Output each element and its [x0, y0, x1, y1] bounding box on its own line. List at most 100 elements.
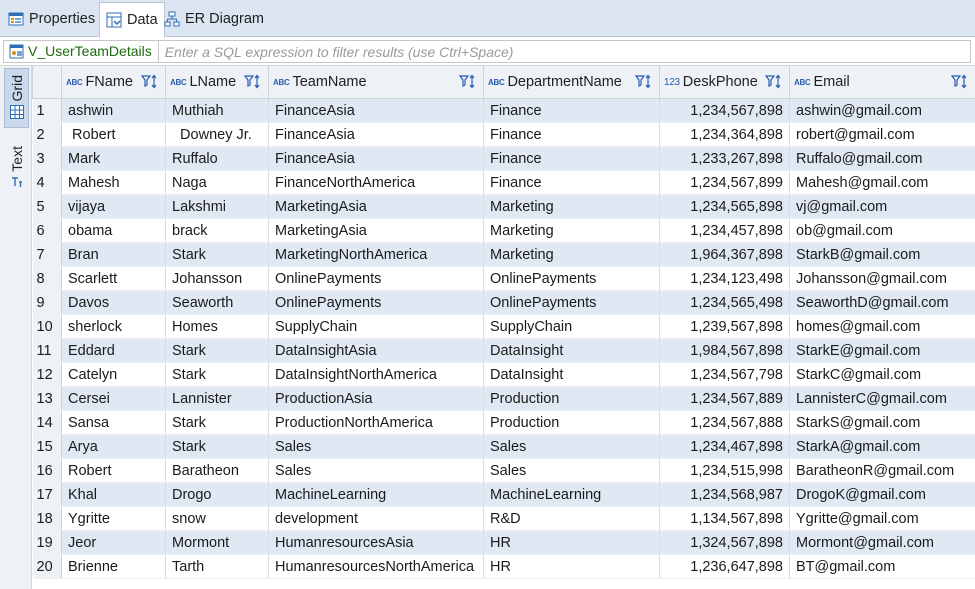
table-cell[interactable]: SeaworthD@gmail.com — [789, 290, 975, 315]
row-number[interactable]: 14 — [32, 410, 62, 435]
table-cell[interactable]: Mormont@gmail.com — [789, 530, 975, 555]
table-cell[interactable]: 1,234,457,898 — [659, 218, 790, 243]
table-cell[interactable]: ProductionAsia — [268, 386, 484, 411]
table-cell[interactable]: 1,984,567,898 — [659, 338, 790, 363]
table-cell[interactable]: Mahesh — [61, 170, 166, 195]
table-cell[interactable]: Finance — [483, 122, 660, 147]
table-cell[interactable]: Stark — [165, 362, 269, 387]
table-cell[interactable]: Sales — [483, 458, 660, 483]
table-cell[interactable]: 1,234,567,899 — [659, 170, 790, 195]
table-cell[interactable]: Production — [483, 386, 660, 411]
table-cell[interactable]: Downey Jr. — [165, 122, 269, 147]
table-cell[interactable]: vijaya — [61, 194, 166, 219]
table-cell[interactable]: Finance — [483, 98, 660, 123]
table-cell[interactable]: ashwin@gmail.com — [789, 98, 975, 123]
row-number[interactable]: 1 — [32, 98, 62, 123]
row-number[interactable]: 3 — [32, 146, 62, 171]
table-cell[interactable]: Robert — [61, 122, 166, 147]
table-cell[interactable]: Lakshmi — [165, 194, 269, 219]
table-cell[interactable]: FinanceAsia — [268, 98, 484, 123]
table-cell[interactable]: sherlock — [61, 314, 166, 339]
table-cell[interactable]: Lannister — [165, 386, 269, 411]
row-number[interactable]: 9 — [32, 290, 62, 315]
table-cell[interactable]: StarkB@gmail.com — [789, 242, 975, 267]
table-cell[interactable]: obama — [61, 218, 166, 243]
table-cell[interactable]: LannisterC@gmail.com — [789, 386, 975, 411]
table-cell[interactable]: Marketing — [483, 218, 660, 243]
column-header-email[interactable]: ABC Email — [789, 66, 975, 99]
table-cell[interactable]: Mormont — [165, 530, 269, 555]
table-cell[interactable]: Ygritte — [61, 506, 166, 531]
table-cell[interactable]: DataInsight — [483, 338, 660, 363]
filter-expression-field[interactable]: V_UserTeamDetails Enter a SQL expression… — [3, 40, 971, 63]
table-cell[interactable]: 1,234,515,998 — [659, 458, 790, 483]
table-cell[interactable]: 1,964,367,898 — [659, 242, 790, 267]
table-row[interactable]: 2 Robert Downey Jr. FinanceAsia Finance 1,2… — [32, 122, 975, 147]
table-cell[interactable]: 1,234,568,987 — [659, 482, 790, 507]
table-cell[interactable]: Muthiah — [165, 98, 269, 123]
table-row[interactable]: 4 Mahesh Naga FinanceNorthAmerica Finance 1,2… — [32, 170, 975, 195]
table-cell[interactable]: BaratheonR@gmail.com — [789, 458, 975, 483]
table-cell[interactable]: 1,134,567,898 — [659, 506, 790, 531]
table-cell[interactable]: SupplyChain — [268, 314, 484, 339]
table-cell[interactable]: StarkA@gmail.com — [789, 434, 975, 459]
table-cell[interactable]: FinanceAsia — [268, 146, 484, 171]
table-cell[interactable]: Ruffalo — [165, 146, 269, 171]
filter-sort-icon[interactable] — [764, 74, 783, 90]
filter-sort-icon[interactable] — [634, 74, 653, 90]
table-cell[interactable]: ob@gmail.com — [789, 218, 975, 243]
table-row[interactable]: 9 Davos Seaworth OnlinePayments OnlinePaymen… — [32, 290, 975, 315]
table-cell[interactable]: StarkC@gmail.com — [789, 362, 975, 387]
table-cell[interactable]: 1,234,565,898 — [659, 194, 790, 219]
table-cell[interactable]: Stark — [165, 338, 269, 363]
row-number[interactable]: 5 — [32, 194, 62, 219]
table-cell[interactable]: 1,234,567,888 — [659, 410, 790, 435]
table-row[interactable]: 6 obama brack MarketingAsia Marketing 1,234,4… — [32, 218, 975, 243]
filter-sort-icon[interactable] — [950, 74, 969, 90]
table-cell[interactable]: OnlinePayments — [268, 266, 484, 291]
table-cell[interactable]: 1,234,567,798 — [659, 362, 790, 387]
table-cell[interactable]: Arya — [61, 434, 166, 459]
table-row[interactable]: 18 Ygritte snow development R&D 1,134,567,898… — [32, 506, 975, 531]
table-cell[interactable]: ashwin — [61, 98, 166, 123]
table-row[interactable]: 3 Mark Ruffalo FinanceAsia Finance 1,233,267,… — [32, 146, 975, 171]
row-number[interactable]: 19 — [32, 530, 62, 555]
table-cell[interactable]: Davos — [61, 290, 166, 315]
table-cell[interactable]: Mark — [61, 146, 166, 171]
grid-view-tab[interactable]: Grid — [4, 68, 29, 128]
tab-data[interactable]: Data — [99, 2, 165, 37]
table-cell[interactable]: Sales — [268, 458, 484, 483]
row-number[interactable]: 6 — [32, 218, 62, 243]
entity-label[interactable]: V_UserTeamDetails — [4, 41, 159, 62]
table-cell[interactable]: development — [268, 506, 484, 531]
column-header-teamname[interactable]: ABC TeamName — [268, 66, 484, 99]
table-row[interactable]: 10 sherlock Homes SupplyChain SupplyChain 1,2… — [32, 314, 975, 339]
table-cell[interactable]: FinanceNorthAmerica — [268, 170, 484, 195]
table-row[interactable]: 19 Jeor Mormont HumanresourcesAsia HR 1,324,5… — [32, 530, 975, 555]
table-cell[interactable]: DataInsight — [483, 362, 660, 387]
table-cell[interactable]: Khal — [61, 482, 166, 507]
table-row[interactable]: 11 Eddard Stark DataInsightAsia DataInsight 1… — [32, 338, 975, 363]
row-number[interactable]: 8 — [32, 266, 62, 291]
table-cell[interactable]: MachineLearning — [483, 482, 660, 507]
row-number[interactable]: 13 — [32, 386, 62, 411]
table-cell[interactable]: Naga — [165, 170, 269, 195]
table-cell[interactable]: Drogo — [165, 482, 269, 507]
table-cell[interactable]: HR — [483, 530, 660, 555]
table-row[interactable]: 14 Sansa Stark ProductionNorthAmerica Produc… — [32, 410, 975, 435]
table-cell[interactable]: 1,234,565,498 — [659, 290, 790, 315]
row-number[interactable]: 2 — [32, 122, 62, 147]
table-cell[interactable]: Catelyn — [61, 362, 166, 387]
row-number-header[interactable] — [32, 66, 62, 99]
table-cell[interactable]: FinanceAsia — [268, 122, 484, 147]
column-header-fname[interactable]: ABC FName — [61, 66, 166, 99]
table-cell[interactable]: DataInsightNorthAmerica — [268, 362, 484, 387]
table-row[interactable]: 16 Robert Baratheon Sales Sales 1,234,515,998… — [32, 458, 975, 483]
table-cell[interactable]: Eddard — [61, 338, 166, 363]
table-cell[interactable]: OnlinePayments — [483, 266, 660, 291]
table-cell[interactable]: DataInsightAsia — [268, 338, 484, 363]
table-cell[interactable]: Johansson@gmail.com — [789, 266, 975, 291]
table-cell[interactable]: Tarth — [165, 554, 269, 579]
table-cell[interactable]: MarketingAsia — [268, 194, 484, 219]
table-cell[interactable]: Sales — [268, 434, 484, 459]
